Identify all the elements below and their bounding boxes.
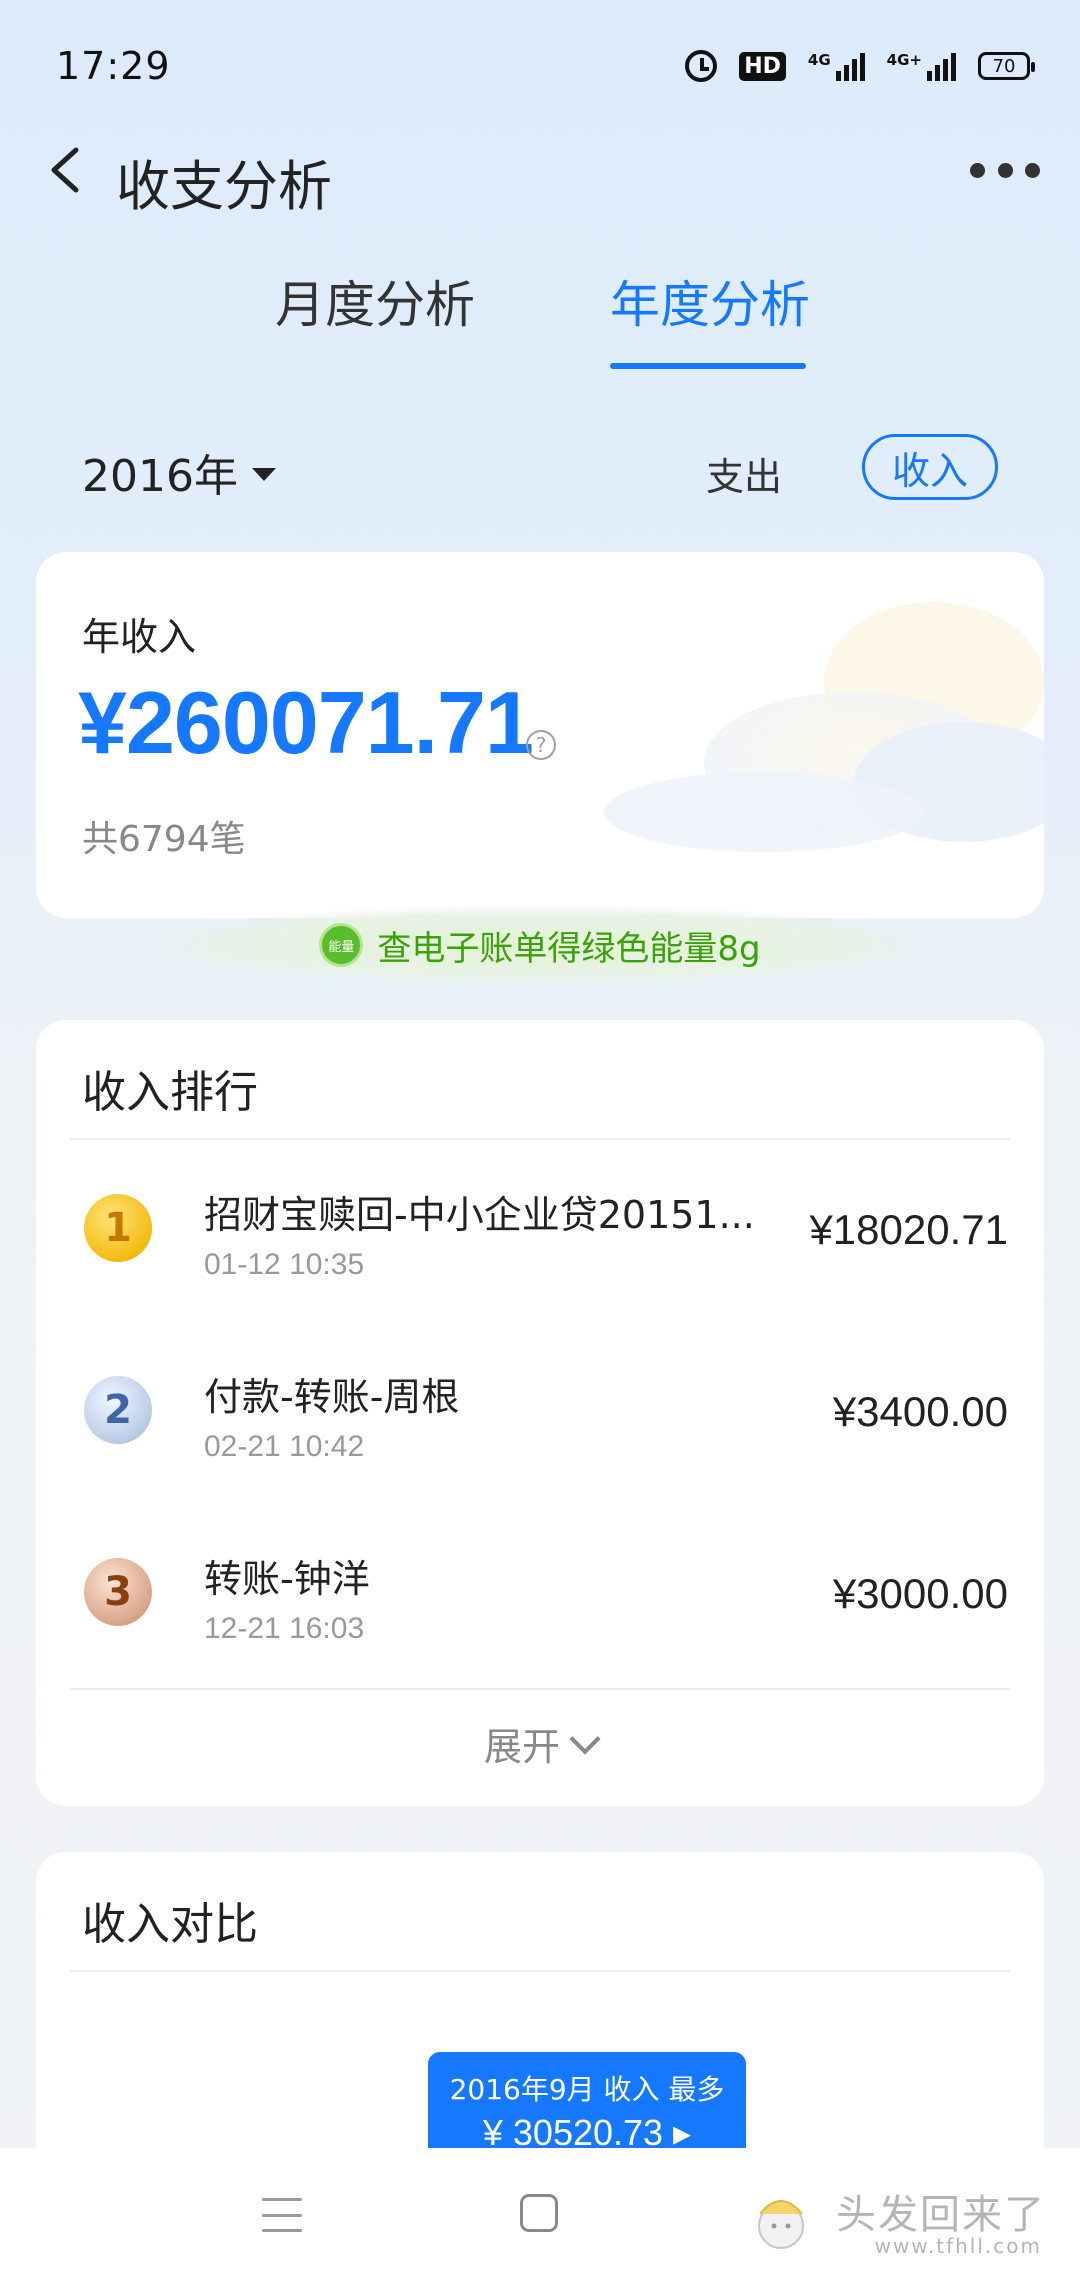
ranking-item-name: 招财宝赎回-中小企业贷20151... [204,1193,755,1237]
rank-3-medal-icon: 3 [84,1558,152,1626]
annual-income-amount: ¥260071.71 [78,673,534,772]
green-energy-banner[interactable]: 能量 查电子账单得绿色能量8g [150,905,930,985]
status-time: 17:29 [56,44,171,88]
expand-label: 展开 [483,1725,560,1769]
energy-banner-text: 查电子账单得绿色能量8g [377,928,761,969]
system-nav-bar: 头发回来了 www.tfhll.com [0,2148,1080,2280]
recent-apps-icon[interactable] [262,2198,302,2232]
divider [70,1970,1010,1972]
income-toggle[interactable]: 收入 [862,434,998,500]
signal-icon: 4G [808,51,865,81]
tab-monthly[interactable]: 月度分析 [275,265,475,337]
tab-yearly[interactable]: 年度分析 [610,265,810,337]
ranking-item-date: 02-21 10:42 [204,1430,365,1463]
comparison-title: 收入对比 [82,1899,258,1950]
max-month-tooltip[interactable]: 2016年9月 收入 最多 ¥ 30520.73 ▸ [428,2052,746,2162]
watermark: 头发回来了 www.tfhll.com [746,2174,1056,2264]
battery-icon: 70 [978,52,1035,80]
more-menu-icon[interactable] [970,148,1040,192]
ranking-item-amount: ¥3400.00 [832,1388,1008,1435]
annual-summary-card: 年收入 ¥260071.71 ? 共6794笔 [36,552,1044,918]
divider [70,1138,1010,1140]
watermark-text: 头发回来了 [836,2192,1046,2238]
ranking-row[interactable]: 1 招财宝赎回-中小企业贷20151... 01-12 10:35 ¥18020… [36,1142,1044,1324]
rank-2-medal-icon: 2 [84,1376,152,1444]
expand-button[interactable]: 展开 [36,1716,1044,1771]
status-icons: HD 4G 4G+ 70 [685,46,1035,86]
back-arrow-icon[interactable] [40,142,96,198]
tooltip-label: 2016年9月 收入 最多 [449,2073,725,2106]
income-ranking-card: 收入排行 1 招财宝赎回-中小企业贷20151... 01-12 10:35 ¥… [36,1020,1044,1806]
home-icon[interactable] [520,2194,558,2232]
ranking-row[interactable]: 3 转账-钟洋 12-21 16:03 ¥3000.00 [36,1506,1044,1688]
annual-income-label: 年收入 [82,615,197,659]
rank-1-medal-icon: 1 [84,1194,152,1262]
year-label: 2016年 [82,451,238,502]
ranking-item-name: 付款-转账-周根 [204,1375,460,1419]
ranking-row[interactable]: 2 付款-转账-周根 02-21 10:42 ¥3400.00 [36,1324,1044,1506]
ranking-item-name: 转账-钟洋 [204,1557,370,1601]
divider [70,1688,1010,1690]
chevron-down-icon [569,1722,601,1755]
signal-icon-2: 4G+ [887,51,956,81]
cloud-decoration [604,602,1044,852]
watermark-logo-icon [758,2200,804,2249]
energy-icon: 能量 [319,923,364,967]
active-tab-indicator [610,363,806,369]
transaction-count: 共6794笔 [82,819,246,860]
ranking-title: 收入排行 [82,1067,258,1118]
ranking-item-amount: ¥18020.71 [809,1206,1008,1253]
status-bar: 17:29 HD 4G 4G+ 70 [0,0,1080,130]
help-icon[interactable]: ? [526,730,556,760]
ranking-item-date: 01-12 10:35 [204,1248,365,1281]
alarm-icon [685,50,718,82]
filter-row: 2016年 支出 收入 [0,430,1080,510]
watermark-url: www.tfhll.com [874,2234,1042,2258]
page-title: 收支分析 [116,155,332,218]
hd-icon: HD [739,51,786,81]
year-dropdown[interactable]: 2016年 [82,440,276,504]
nav-bar: 收支分析 [0,120,1080,220]
expense-toggle[interactable]: 支出 [706,446,782,501]
caret-down-icon [251,467,276,481]
ranking-item-date: 12-21 16:03 [204,1612,365,1645]
ranking-item-amount: ¥3000.00 [832,1570,1008,1617]
analysis-tabs: 月度分析 年度分析 [0,265,1080,375]
